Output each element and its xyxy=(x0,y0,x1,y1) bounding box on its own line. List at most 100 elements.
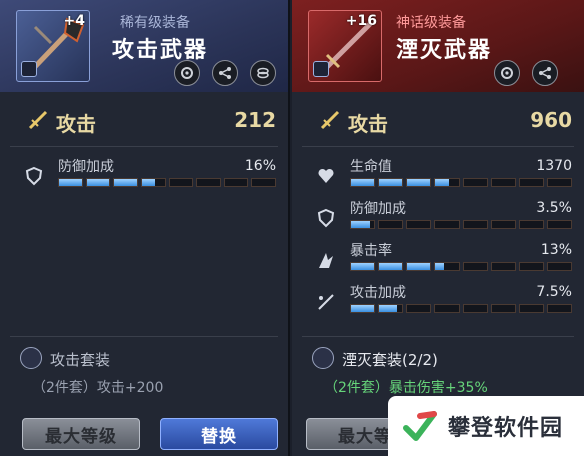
attack-label: 攻击 xyxy=(348,112,388,136)
bar-segment xyxy=(434,304,460,313)
bar-segment xyxy=(462,220,488,229)
shield-icon xyxy=(316,208,336,228)
coin-icon[interactable] xyxy=(250,60,276,86)
stat-progress-bar xyxy=(350,220,572,229)
stat-value: 16% xyxy=(244,158,276,174)
bar-segment xyxy=(546,262,572,271)
bar-fill xyxy=(351,263,375,270)
set-crest-icon xyxy=(312,347,334,369)
stat-value: 13% xyxy=(540,242,572,258)
stat-row: 攻击加成 7.5% xyxy=(292,282,584,322)
bar-segment xyxy=(406,220,432,229)
weapon-thumbnail[interactable]: +4 xyxy=(16,10,90,82)
bar-fill xyxy=(379,263,403,270)
bar-segment xyxy=(350,220,376,229)
bar-segment xyxy=(85,178,111,187)
stat-name: 暴击率 xyxy=(350,243,392,259)
bar-segment xyxy=(113,178,138,187)
replace-button[interactable]: 替换 xyxy=(160,418,278,450)
bar-segment xyxy=(546,178,572,187)
stat-value: 1370 xyxy=(536,158,572,174)
divider xyxy=(302,146,574,147)
bar-segment xyxy=(140,178,166,187)
bar-fill xyxy=(59,179,82,186)
stat-name: 生命值 xyxy=(350,159,392,175)
watermark: 攀登软件园 xyxy=(388,396,584,456)
bar-segment xyxy=(434,178,460,187)
bar-fill xyxy=(407,263,431,270)
bar-segment xyxy=(518,262,544,271)
bar-segment xyxy=(168,178,194,187)
bar-segment xyxy=(251,178,276,187)
bar-fill xyxy=(86,179,110,186)
bar-segment xyxy=(546,304,572,313)
sword-icon xyxy=(320,110,340,130)
equipment-card-rare: +4 稀有级装备 攻击武器 攻击 212 防御加成 16% 攻击套装 （2件套）攻… xyxy=(0,0,290,456)
item-title: 湮灭武器 xyxy=(396,38,493,63)
watermark-logo-icon xyxy=(403,411,437,441)
stat-progress-bar xyxy=(58,178,276,187)
stat-row: 暴击率 13% xyxy=(292,240,584,280)
shield-icon xyxy=(24,166,44,186)
bar-fill xyxy=(379,305,397,312)
bar-segment xyxy=(406,178,432,187)
bar-segment xyxy=(378,178,404,187)
bar-segment xyxy=(518,178,544,187)
stat-row: 防御加成 16% xyxy=(0,156,288,196)
stat-progress-bar xyxy=(350,262,572,271)
item-title: 攻击武器 xyxy=(112,38,209,63)
bar-segment xyxy=(490,262,516,271)
bar-segment xyxy=(223,178,249,187)
bar-segment xyxy=(378,262,404,271)
bar-fill xyxy=(407,179,431,186)
bar-segment xyxy=(490,220,516,229)
crit-icon xyxy=(316,250,336,270)
swap-icon[interactable] xyxy=(174,60,200,86)
attack-value: 960 xyxy=(530,108,572,132)
share-icon[interactable] xyxy=(212,60,238,86)
max-level-button[interactable]: 最大等级 xyxy=(22,418,140,450)
enhance-level: +4 xyxy=(63,13,85,29)
bar-segment xyxy=(350,178,376,187)
stat-progress-bar xyxy=(350,304,572,313)
divider xyxy=(10,146,278,147)
card-header: +4 稀有级装备 攻击武器 xyxy=(0,0,288,92)
bar-segment xyxy=(406,262,432,271)
bar-fill xyxy=(435,179,450,186)
weapon-thumbnail[interactable]: +16 xyxy=(308,10,382,82)
set-name: 湮灭套装(2/2) xyxy=(342,351,438,369)
bar-segment xyxy=(490,304,516,313)
card-header: +16 神话级装备 湮灭武器 xyxy=(292,0,584,92)
attack-bonus-icon xyxy=(316,292,336,312)
bar-segment xyxy=(518,220,544,229)
bar-segment xyxy=(518,304,544,313)
bar-segment xyxy=(462,178,488,187)
swap-icon[interactable] xyxy=(494,60,520,86)
bar-segment xyxy=(350,262,376,271)
set-bonus-text: （2件套）攻击+200 xyxy=(32,380,164,396)
bar-segment xyxy=(434,262,460,271)
bar-fill xyxy=(435,263,444,270)
stat-value: 3.5% xyxy=(536,200,572,216)
bar-fill xyxy=(351,221,370,228)
bar-fill xyxy=(351,179,375,186)
set-sword-icon xyxy=(20,347,42,369)
watermark-text: 攀登软件园 xyxy=(448,416,564,441)
set-name: 攻击套装 xyxy=(50,351,111,369)
bar-fill xyxy=(351,305,375,312)
bar-segment xyxy=(378,304,404,313)
stat-value: 7.5% xyxy=(536,284,572,300)
bar-segment xyxy=(462,304,488,313)
stat-progress-bar xyxy=(350,178,572,187)
bar-segment xyxy=(406,304,432,313)
heart-icon xyxy=(316,166,336,186)
share-icon[interactable] xyxy=(532,60,558,86)
bar-segment xyxy=(462,262,488,271)
stat-row: 防御加成 3.5% xyxy=(292,198,584,238)
attack-row: 攻击 960 xyxy=(292,100,584,144)
bar-segment xyxy=(58,178,83,187)
stat-row: 生命值 1370 xyxy=(292,156,584,196)
bar-segment xyxy=(378,220,404,229)
set-bonus-panel: 攻击套装 （2件套）攻击+200 xyxy=(10,336,278,410)
sword-icon xyxy=(28,110,48,130)
